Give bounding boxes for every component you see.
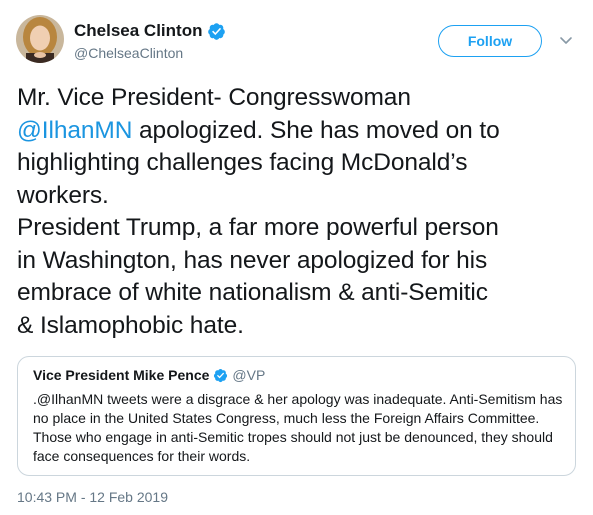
mention-link[interactable]: @IlhanMN	[17, 117, 132, 144]
tweet-text: Mr. Vice President- Congresswoman @Ilhan…	[17, 82, 577, 342]
quoted-line: .@IlhanMN tweets were a disgrace & her a…	[33, 391, 563, 407]
quoted-line: no place in the United States Congress, …	[33, 410, 540, 426]
author-name[interactable]: Chelsea Clinton	[74, 21, 202, 41]
avatar[interactable]	[16, 15, 64, 63]
tweet-line: embrace of white nationalism & anti-Semi…	[17, 279, 488, 306]
quoted-text: .@IlhanMN tweets were a disgrace & her a…	[33, 390, 568, 466]
tweet-line: in Washington, has never apologized for …	[17, 246, 488, 274]
quoted-author-name: Vice President Mike Pence	[33, 367, 210, 383]
author-names: Chelsea Clinton @ChelseaClinton	[74, 21, 226, 62]
tweet-line: @IlhanMN apologized. She has moved on to	[17, 115, 577, 148]
tweet-line: highlighting challenges facing McDonald’…	[17, 149, 468, 176]
tweet-line: workers.	[17, 181, 109, 209]
tweet-timestamp[interactable]: 10:43 PM - 12 Feb 2019	[17, 489, 168, 505]
chevron-down-icon[interactable]	[558, 32, 574, 48]
tweet-line: & Islamophobic hate.	[17, 311, 244, 339]
tweet-line: Mr. Vice President- Congresswoman	[17, 84, 411, 111]
follow-button[interactable]: Follow	[438, 25, 542, 57]
verified-badge-icon	[213, 368, 228, 383]
author-handle[interactable]: @ChelseaClinton	[74, 44, 226, 62]
quoted-author-handle: @VP	[232, 367, 266, 383]
quoted-line: face consequences for their words.	[33, 448, 251, 464]
tweet-header: Chelsea Clinton @ChelseaClinton Follow	[16, 15, 581, 67]
quoted-line: Those who engage in anti-Semitic tropes …	[33, 429, 553, 445]
quoted-tweet[interactable]: Vice President Mike Pence @VP .@IlhanMN …	[17, 356, 576, 476]
quoted-header: Vice President Mike Pence @VP	[33, 367, 265, 383]
tweet-line-text: apologized. She has moved on to	[132, 116, 500, 144]
tweet-line: President Trump, a far more powerful per…	[17, 214, 499, 241]
verified-badge-icon	[207, 22, 226, 41]
